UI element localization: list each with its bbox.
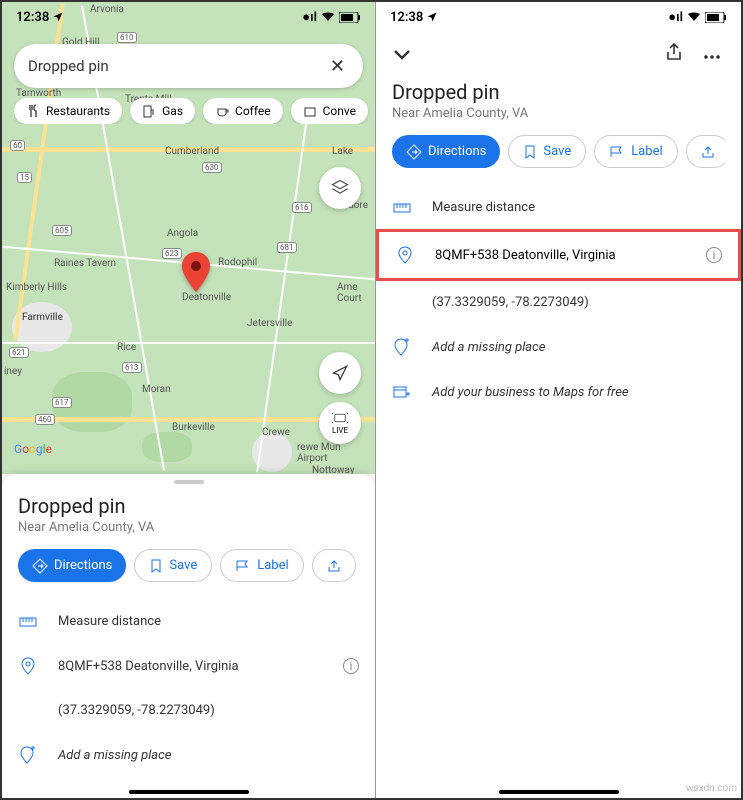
label-button[interactable]: Label	[594, 135, 677, 168]
add-place-icon	[18, 746, 38, 764]
town-kimberly: Kimberly Hills	[6, 282, 67, 293]
add-business-row[interactable]: Add your business to Maps for free	[392, 370, 725, 414]
town-rodophil: Rodophil	[218, 257, 257, 268]
info-icon[interactable]: i	[343, 658, 359, 674]
signal-icon: ●ıl	[668, 9, 683, 25]
home-indicator[interactable]	[129, 790, 249, 794]
town-amecourt: Ame Court	[337, 282, 375, 304]
watermark: wsxdn.com	[686, 783, 737, 794]
status-time: 12:38	[390, 10, 423, 25]
town-burkeville: Burkeville	[172, 422, 215, 433]
collapse-chevron-icon[interactable]	[392, 42, 412, 66]
town-iney: iney	[4, 366, 22, 377]
navigate-arrow-icon	[330, 363, 350, 383]
google-logo: Google	[14, 442, 52, 456]
measure-distance-row[interactable]: Measure distance	[18, 600, 359, 643]
wifi-icon	[321, 11, 335, 23]
share-icon	[701, 145, 715, 159]
signal-icon: ●ıl	[302, 9, 317, 25]
town-crewemun: rewe Mun Airport	[297, 442, 347, 464]
live-icon	[331, 411, 349, 425]
wifi-icon	[687, 11, 701, 23]
measure-distance-row[interactable]: Measure distance	[392, 186, 725, 229]
chip-gas[interactable]: Gas	[130, 98, 195, 124]
add-place-row[interactable]: Add a missing place	[18, 732, 359, 778]
page-subtitle: Near Amelia County, VA	[392, 106, 725, 121]
restaurant-icon	[26, 104, 40, 118]
my-location-button[interactable]	[319, 352, 361, 394]
directions-icon	[32, 558, 48, 574]
live-view-button[interactable]: LIVE	[319, 402, 361, 444]
town-angola: Angola	[167, 228, 198, 239]
town-moran: Moran	[142, 384, 171, 395]
status-time: 12:38	[16, 10, 49, 25]
plus-code-row-highlighted[interactable]: 8QMF+538 Deatonville, Virginiai	[376, 229, 741, 281]
store-icon	[303, 104, 317, 118]
add-business-icon	[392, 384, 412, 400]
town-crewe: Crewe	[262, 427, 290, 438]
pin-outline-icon	[395, 246, 415, 264]
directions-icon	[406, 144, 422, 160]
bookmark-icon	[523, 145, 537, 159]
add-place-row[interactable]: Add a missing place	[392, 324, 725, 370]
add-place-icon	[392, 338, 412, 356]
plus-code-row[interactable]: 8QMF+538 Deatonville, Virginiai	[18, 643, 359, 689]
pin-outline-icon	[18, 657, 38, 675]
town-rice: Rice	[117, 342, 136, 353]
page-title: Dropped pin	[392, 80, 725, 104]
town-jetersville: Jetersville	[247, 318, 292, 329]
label-button[interactable]: Label	[220, 549, 303, 582]
search-text: Dropped pin	[28, 57, 326, 75]
bottom-sheet[interactable]: Dropped pin Near Amelia County, VA Direc…	[2, 474, 375, 798]
save-button[interactable]: Save	[508, 135, 586, 168]
drag-handle[interactable]	[174, 480, 204, 484]
bookmark-icon	[149, 559, 163, 573]
dropped-pin-marker[interactable]	[182, 252, 210, 296]
search-bar[interactable]: Dropped pin ✕	[14, 44, 363, 88]
share-button-pill[interactable]	[686, 135, 725, 168]
town-farmville: Farmville	[22, 312, 63, 323]
ruler-icon	[18, 615, 38, 629]
coffee-icon	[215, 104, 229, 118]
share-button[interactable]	[312, 549, 356, 582]
info-icon[interactable]: i	[706, 247, 722, 263]
town-nottoway: Nottoway	[312, 465, 355, 474]
directions-button[interactable]: Directions	[18, 549, 126, 582]
home-indicator[interactable]	[499, 790, 619, 794]
town-lake: Lake	[332, 146, 353, 157]
flag-icon	[235, 560, 251, 572]
save-button[interactable]: Save	[134, 549, 212, 582]
chip-convenience[interactable]: Conve	[291, 98, 368, 124]
more-menu-icon[interactable]	[699, 41, 725, 68]
sheet-subtitle: Near Amelia County, VA	[18, 520, 359, 535]
share-icon	[327, 559, 341, 573]
battery-icon	[339, 12, 361, 23]
location-arrow-icon	[52, 11, 64, 23]
share-button[interactable]	[661, 38, 687, 70]
coordinates-row[interactable]: (37.3329059, -78.2273049)	[392, 281, 725, 324]
ruler-icon	[392, 201, 412, 215]
location-arrow-icon	[426, 11, 438, 23]
chip-coffee[interactable]: Coffee	[203, 98, 283, 124]
flag-icon	[609, 146, 625, 158]
layers-button[interactable]	[319, 167, 361, 209]
layers-icon	[330, 178, 350, 198]
battery-icon	[705, 12, 727, 23]
town-cumberland: Cumberland	[165, 146, 219, 157]
sheet-title: Dropped pin	[18, 494, 359, 518]
chip-restaurants[interactable]: Restaurants	[14, 98, 122, 124]
gas-icon	[142, 104, 156, 118]
coordinates-row[interactable]: (37.3329059, -78.2273049)	[18, 689, 359, 732]
clear-search-icon[interactable]: ✕	[326, 52, 349, 81]
directions-button[interactable]: Directions	[392, 135, 500, 168]
town-raines: Raines Tavern	[54, 258, 116, 269]
